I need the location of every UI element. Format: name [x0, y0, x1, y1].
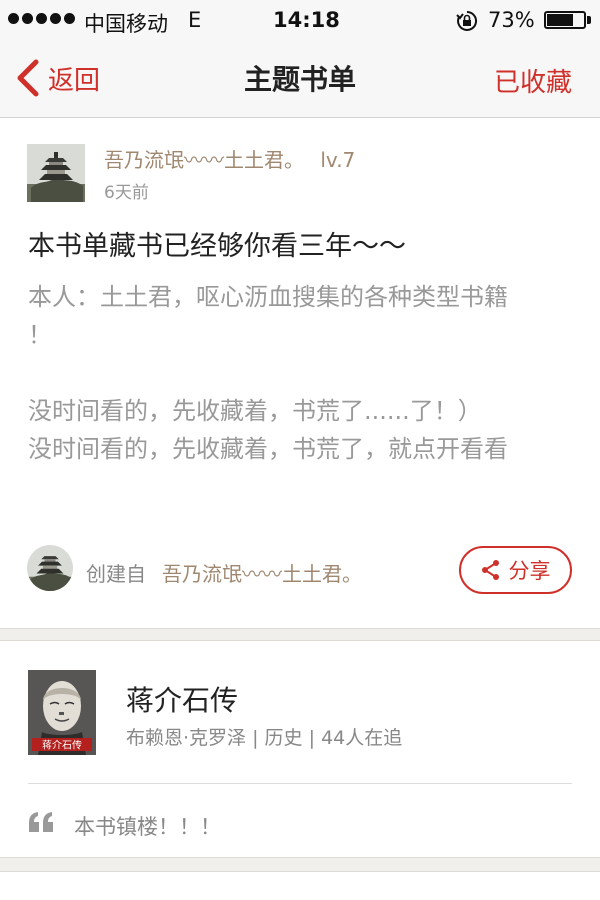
book-title[interactable]: 蒋介石传 — [126, 679, 238, 719]
section-separator — [0, 857, 600, 872]
booklist-description: 本人：土土君，呕心沥血搜集的各种类型书籍 ！ 没时间看的，先收藏着，书荒了...… — [28, 278, 573, 468]
post-time: 6天前 — [104, 183, 149, 203]
share-icon — [481, 560, 499, 580]
description-line: ！ — [28, 321, 52, 349]
booklist-card: 吾乃流氓〰〰土土君。 lv.7 6天前 本书单藏书已经够你看三年～～ 本人：土土… — [0, 118, 600, 628]
status-bar: 中国移动 E 14:18 73% — [0, 0, 600, 40]
cover-title-text: 蒋介石传 — [42, 740, 82, 752]
carrier-name: 中国移动 — [84, 12, 168, 36]
description-line: 没时间看的，先收藏着，书荒了......了！） — [28, 397, 482, 425]
share-label: 分享 — [508, 559, 551, 583]
book-cover-image: 蒋介石传 — [28, 670, 96, 755]
book-comment: 本书镇楼！！！ — [74, 815, 221, 839]
pagoda-avatar-image — [27, 545, 73, 591]
author-avatar[interactable] — [27, 144, 85, 202]
author-level: lv.7 — [320, 148, 356, 172]
battery-icon — [544, 11, 586, 29]
book-category: 历史 — [264, 727, 303, 749]
network-type: E — [188, 8, 202, 32]
share-button[interactable]: 分享 — [459, 546, 572, 594]
description-line: 本人：土土君，呕心沥血搜集的各种类型书籍 — [28, 283, 508, 311]
book-cover[interactable]: 蒋介石传 — [28, 670, 96, 755]
quote-icon — [29, 812, 53, 832]
creator-name[interactable]: 吾乃流氓〰〰土土君。 — [162, 558, 362, 587]
created-by-label: 创建自 — [86, 562, 146, 586]
author-nickname: 吾乃流氓〰〰土土君。 — [104, 148, 304, 172]
signal-strength-icon — [8, 13, 75, 24]
section-separator — [0, 628, 600, 641]
author-name[interactable]: 吾乃流氓〰〰土土君。 lv.7 — [104, 144, 355, 173]
battery-tip — [587, 16, 591, 24]
rotation-lock-icon — [456, 10, 478, 31]
navigation-bar: 返回 主题书单 已收藏 — [0, 40, 600, 118]
book-meta: 布赖恩·克罗泽 | 历史 | 44人在追 — [126, 723, 402, 750]
book-followers: 44人在追 — [321, 727, 403, 749]
favorited-button[interactable]: 已收藏 — [494, 62, 572, 99]
meta-separator: | — [252, 727, 265, 749]
book-author: 布赖恩·克罗泽 — [126, 727, 247, 749]
booklist-title: 本书单藏书已经够你看三年～～ — [28, 231, 406, 262]
battery-level-fill — [547, 14, 574, 26]
description-line — [28, 354, 573, 392]
divider — [28, 783, 572, 784]
meta-separator: | — [308, 727, 322, 749]
pagoda-avatar-image — [27, 144, 85, 202]
battery-percent: 73% — [488, 8, 535, 32]
creator-avatar[interactable] — [27, 545, 73, 591]
book-card[interactable]: 蒋介石传 蒋介石传 布赖恩·克罗泽 | 历史 | 44人在追 本书镇楼！！！ — [0, 641, 600, 857]
status-time: 14:18 — [273, 8, 340, 32]
description-line: 没时间看的，先收藏着，书荒了，就点开看看 — [28, 435, 508, 463]
